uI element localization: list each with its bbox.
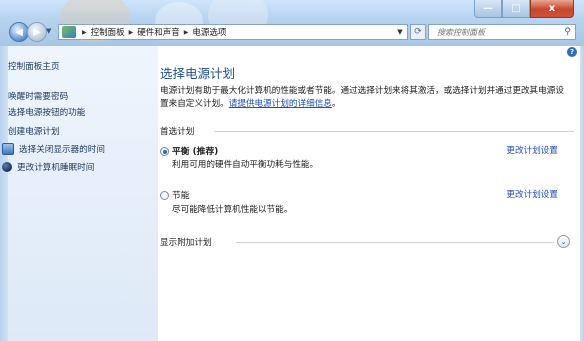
breadcrumb-item-control-panel[interactable]: 控制面板 [91, 26, 125, 38]
control-panel-icon [62, 26, 76, 38]
sidebar-item-label: 更改计算机睡眠时间 [17, 163, 95, 173]
description-end: 。 [331, 99, 341, 109]
back-arrow-icon: ◀ [15, 26, 23, 38]
plan-name-power-saver[interactable]: 节能 [172, 188, 190, 201]
group-divider [214, 131, 574, 132]
maximize-button[interactable]: □ [502, 0, 530, 18]
sidebar-item-label: 唤醒时需要密码 [8, 92, 69, 102]
sidebar-item-label: 控制面板主页 [8, 62, 60, 72]
breadcrumb-separator-icon: ▶ [82, 28, 87, 36]
change-plan-settings-link[interactable]: 更改计划设置 [506, 144, 558, 156]
help-icon[interactable]: ? [567, 47, 577, 57]
window-right-border [580, 46, 584, 341]
plan-radio-balanced[interactable] [160, 147, 169, 156]
chevron-down-icon: ⌄ [560, 237, 567, 246]
window-left-border [0, 46, 8, 341]
breadcrumb-separator-icon[interactable]: ▶ [129, 29, 134, 36]
monitor-icon [2, 143, 14, 155]
window-controls: — □ x [474, 0, 574, 18]
page-description: 电源计划有助于最大化计算机的性能或者节能。通过选择计划来将其激活，或选择计划并通… [160, 85, 572, 111]
chevron-down-icon: ▼ [397, 28, 403, 36]
plan-desc-balanced: 利用可用的硬件自动平衡功耗与性能。 [172, 160, 319, 170]
sidebar-item-create-plan[interactable]: 创建电源计划 [8, 125, 60, 137]
sidebar-item-label: 创建电源计划 [8, 127, 60, 137]
plan-details-link[interactable]: 请提供电源计划的详细信息 [229, 99, 332, 109]
main-content: 选择电源计划 电源计划有助于最大化计算机的性能或者节能。通过选择计划来将其激活，… [158, 46, 580, 341]
control-panel-window: — □ x ◀ ▶ ▼ ▶ 控制面板 ▶ 硬件和声音 ▶ 电源选项 ▼ ⟳ ⚲ [0, 0, 584, 341]
title-bar[interactable]: — □ x ◀ ▶ ▼ ▶ 控制面板 ▶ 硬件和声音 ▶ 电源选项 ▼ ⟳ ⚲ [0, 0, 584, 46]
sidebar-item-sleep-time[interactable]: 更改计算机睡眠时间 [2, 161, 94, 173]
plan-radio-power-saver[interactable] [160, 191, 169, 200]
refresh-icon: ⟳ [414, 27, 422, 37]
forward-button[interactable]: ▶ [27, 22, 47, 42]
show-additional-plans-label[interactable]: 显示附加计划 [160, 236, 212, 248]
description-text: 电源计划有助于最大化计算机的性能或者节能。通过选择计划来将其激活，或选择计划并通… [160, 86, 564, 109]
sidebar-item-display-off[interactable]: 选择关闭显示器的时间 [2, 143, 105, 155]
chevron-down-icon: ▼ [46, 27, 52, 35]
expand-button[interactable]: ⌄ [557, 235, 570, 248]
moon-icon [2, 162, 12, 172]
sidebar-item-power-button[interactable]: 选择电源按钮的功能 [8, 106, 85, 118]
sidebar-item-label: 选择电源按钮的功能 [8, 108, 86, 118]
plan-name-balanced[interactable]: 平衡 (推荐) [172, 144, 218, 157]
plan-desc-power-saver: 尽可能降低计算机性能以节能。 [172, 205, 293, 215]
breadcrumb: ▶ 控制面板 ▶ 硬件和声音 ▶ 电源选项 [78, 26, 226, 38]
search-box[interactable]: ⚲ [428, 24, 576, 40]
refresh-button[interactable]: ⟳ [410, 24, 426, 40]
change-plan-settings-link[interactable]: 更改计划设置 [506, 188, 558, 200]
minimize-button[interactable]: — [474, 0, 502, 18]
group-divider [236, 242, 554, 243]
breadcrumb-item-power-options[interactable]: 电源选项 [192, 26, 226, 38]
address-history-dropdown[interactable]: ▼ [393, 28, 407, 36]
sidebar-item-require-password[interactable]: 唤醒时需要密码 [8, 90, 68, 102]
page-title: 选择电源计划 [160, 66, 236, 81]
sidebar-item-control-panel-home[interactable]: 控制面板主页 [8, 60, 60, 72]
preferred-plans-label: 首选计划 [160, 127, 195, 137]
recent-pages-dropdown[interactable]: ▼ [46, 27, 51, 35]
close-button[interactable]: x [530, 0, 574, 18]
sidebar-item-label: 选择关闭显示器的时间 [19, 145, 105, 155]
search-icon[interactable]: ⚲ [564, 27, 571, 37]
breadcrumb-separator-icon[interactable]: ▶ [184, 29, 189, 36]
back-button[interactable]: ◀ [9, 22, 29, 42]
breadcrumb-item-hardware-sound[interactable]: 硬件和声音 [137, 26, 180, 38]
search-input[interactable] [435, 26, 559, 38]
forward-arrow-icon: ▶ [33, 26, 41, 38]
address-bar[interactable]: ▶ 控制面板 ▶ 硬件和声音 ▶ 电源选项 ▼ [58, 24, 408, 40]
sidebar: 控制面板主页 唤醒时需要密码 选择电源按钮的功能 创建电源计划 选择关闭显示器的… [2, 46, 159, 341]
